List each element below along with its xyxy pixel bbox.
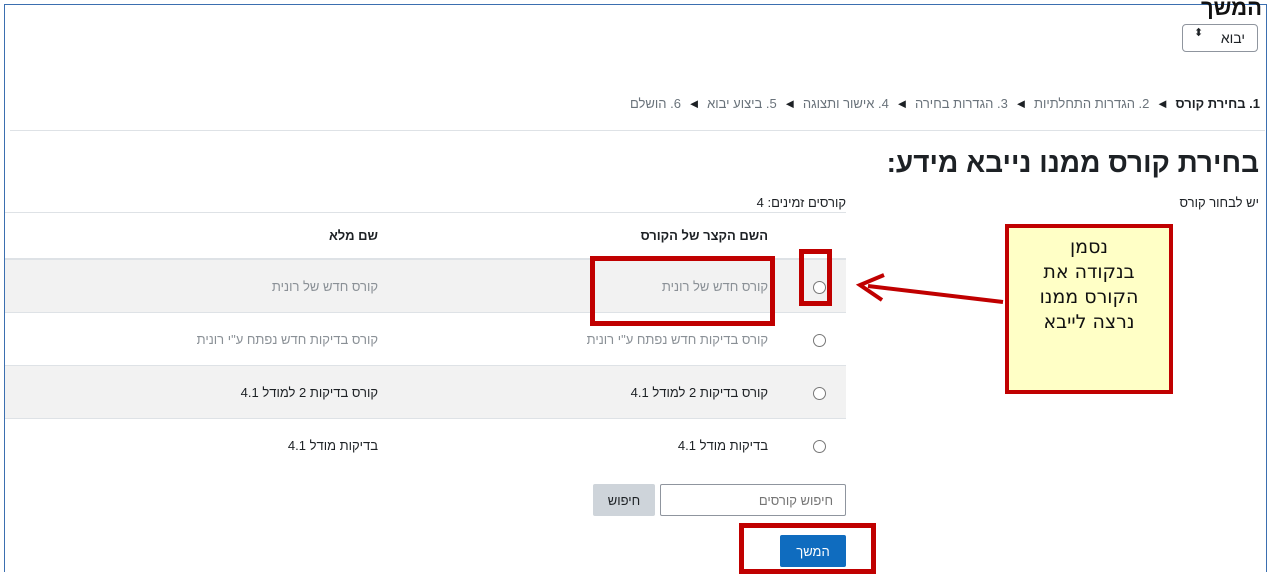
callout-line: בנקודה את <box>1043 261 1135 283</box>
callout-line: נרצה לייבא <box>1043 311 1135 333</box>
callout-line: נסמן <box>1069 236 1109 258</box>
annotation-callout: נסמן בנקודה את הקורס ממנו נרצה לייבא <box>1005 224 1173 394</box>
callout-line: הקורס ממנו <box>1039 286 1139 308</box>
